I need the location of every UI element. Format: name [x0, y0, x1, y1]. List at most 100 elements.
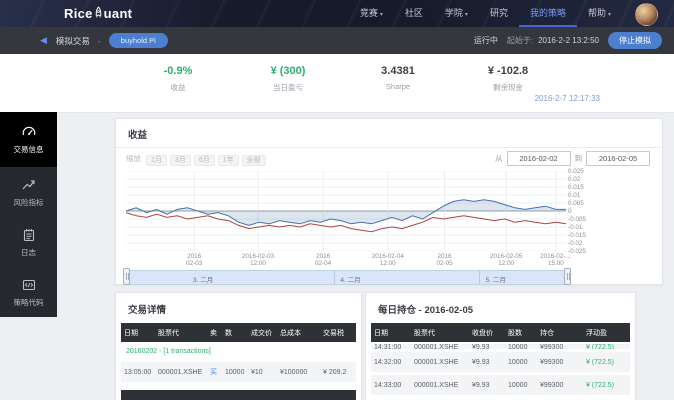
table-cell: 10000 — [222, 369, 248, 376]
y-axis-labels: 0.0250.020.0150.010.0050-0.005-0.01-0.01… — [568, 171, 606, 251]
nav-item-contest[interactable]: 竞赛▾ — [349, 0, 394, 27]
y-axis-tick: -0.015 — [568, 232, 586, 239]
gauge-icon — [21, 124, 37, 140]
transactions-header-row: 日期股票代卖数成交价总成本交易税 — [121, 323, 356, 342]
strategy-name-button[interactable]: buyhold Pi — [109, 33, 168, 48]
started-label: 起始于: — [507, 35, 533, 46]
nav-item-research[interactable]: 研究 — [479, 0, 519, 27]
x-axis-label-line2: 15:00 — [540, 260, 572, 267]
y-axis-tick: -0.02 — [568, 240, 582, 247]
column-header: 总成本 — [277, 328, 320, 338]
code-icon — [21, 277, 37, 293]
nav-item-label: 我的策略 — [530, 8, 566, 18]
nav-item-my-strategies[interactable]: 我的策略 — [519, 0, 577, 27]
stat-label: 收益 — [148, 82, 208, 93]
user-avatar[interactable] — [635, 3, 658, 26]
nav-item-label: 研究 — [490, 8, 508, 18]
column-header: 持仓 — [537, 328, 583, 338]
range-6m-button[interactable]: 6月 — [194, 155, 215, 166]
table-cell: 14:32:00 — [371, 359, 411, 366]
table-cell: ¥10 — [248, 369, 277, 376]
table-cell: ¥9.93 — [469, 382, 505, 389]
navigator-handle-left[interactable] — [123, 268, 130, 285]
transactions-title: 交易详情 — [116, 293, 361, 323]
nav-item-community[interactable]: 社区 — [394, 0, 434, 27]
rocket-icon — [94, 6, 103, 19]
range-all-button[interactable]: 全部 — [242, 155, 266, 166]
range-3m-button[interactable]: 3月 — [170, 155, 191, 166]
table-row: 13:05:00000001.XSHE买10000¥10¥100000¥ 209… — [121, 362, 356, 382]
navigator-month-label: 4. 二月 — [340, 274, 360, 284]
y-axis-tick: 0.01 — [568, 192, 580, 199]
chart-controls: 缩放 1月3月6月1年全部 从 2016-02-02 到 2016-02-05 — [126, 149, 654, 167]
y-axis-tick: 0.015 — [568, 184, 584, 191]
x-axis-label: 2016-02-…15:00 — [540, 253, 572, 267]
x-axis-label-line1: 2016 — [315, 253, 331, 260]
date-from-input[interactable]: 2016-02-02 — [507, 151, 571, 166]
table-cell: ¥9.93 — [469, 359, 505, 366]
table-cell: 14:33:00 — [371, 382, 411, 389]
page-title: 模拟交易 — [56, 35, 90, 47]
started-time: 2016-2-2 13:2:50 — [538, 36, 599, 45]
sidebar-item-logs[interactable]: 日志 — [0, 217, 57, 267]
y-axis-tick: -0.005 — [568, 216, 586, 223]
back-icon[interactable]: ◀ — [40, 35, 47, 46]
stat-daily-pnl: ¥ (300)当日盈亏 — [258, 65, 318, 93]
x-axis-label: 201602-04 — [315, 253, 331, 267]
chart-navigator[interactable]: 3. 二月4. 二月5. 二月 — [126, 270, 568, 285]
table-row: 14:31:00000001.XSHE¥9.9310000¥99300¥ (72… — [371, 344, 630, 349]
navigator-handle-right[interactable] — [564, 268, 571, 285]
nav-item-label: 学院 — [445, 8, 463, 18]
nav-item-label: 帮助 — [588, 8, 606, 18]
next-group-header-partial — [121, 390, 356, 400]
returns-chart — [126, 171, 566, 251]
date-to-input[interactable]: 2016-02-05 — [586, 151, 650, 166]
positions-title: 每日持仓 - 2016-02-05 — [366, 293, 635, 323]
x-axis-label: 2016-02-0312:00 — [242, 253, 274, 267]
stop-simulation-button[interactable]: 停止模拟 — [608, 32, 662, 49]
column-header: 卖 — [207, 328, 222, 338]
y-axis-tick: 0.005 — [568, 200, 584, 207]
sidebar-item-label: 风险指标 — [14, 197, 44, 208]
table-cell: ¥ (722.5) — [583, 382, 627, 389]
table-cell: ¥99300 — [537, 344, 583, 349]
x-axis-label-line2: 12:00 — [490, 260, 522, 267]
x-axis-label-line2: 02-03 — [186, 260, 202, 267]
main-nav: 竞赛▾社区学院▾ 研究 我的策略 帮助▾ — [349, 0, 622, 27]
x-axis-label: 2016-02-0412:00 — [372, 253, 404, 267]
divider — [116, 147, 662, 148]
table-cell: 000001.XSHE — [411, 382, 469, 389]
sidebar-item-trading-info[interactable]: 交易信息 — [0, 112, 57, 167]
x-axis-label-line1: 2016 — [186, 253, 202, 260]
y-axis-tick: 0 — [568, 208, 572, 215]
x-axis-label: 201602-03 — [186, 253, 202, 267]
range-1y-button[interactable]: 1年 — [218, 155, 239, 166]
simulation-toolbar: ◀ 模拟交易 - buyhold Pi 运行中 起始于: 2016-2-2 13… — [0, 27, 674, 54]
stat-returns: -0.9%收益 — [148, 65, 208, 93]
table-cell: 10000 — [505, 344, 537, 349]
column-header: 日期 — [121, 328, 155, 338]
ricequant-logo[interactable]: Rice uant — [64, 0, 132, 27]
range-1m-button[interactable]: 1月 — [146, 155, 167, 166]
returns-chart-card: 收益 缩放 1月3月6月1年全部 从 2016-02-02 到 2016-02-… — [115, 118, 663, 285]
nav-item-academy[interactable]: 学院▾ — [434, 0, 479, 27]
stat-label: Sharpe — [368, 82, 428, 91]
sidebar-item-label: 策略代码 — [14, 297, 44, 308]
column-header: 股票代 — [411, 328, 469, 338]
column-header: 数 — [222, 328, 248, 338]
sidebar-item-risk-metrics[interactable]: 风险指标 — [0, 167, 57, 217]
x-axis-label-line1: 2016 — [436, 253, 452, 260]
sidebar-item-strategy-code[interactable]: 策略代码 — [0, 267, 57, 317]
column-header: 收盘价 — [469, 328, 505, 338]
stats-band: -0.9%收益¥ (300)当日盈亏3.4381Sharpe¥ -102.8剩余… — [0, 54, 674, 113]
nav-item-help[interactable]: 帮助▾ — [577, 0, 622, 27]
table-cell: 10000 — [505, 382, 537, 389]
table-cell: ¥ (722.5) — [583, 344, 627, 349]
positions-card: 每日持仓 - 2016-02-05 日期股票代收盘价股数持仓浮动盈 14:31:… — [365, 292, 636, 400]
table-cell: 000001.XSHE — [411, 344, 469, 349]
column-header: 股票代 — [155, 328, 207, 338]
table-cell: 买 — [207, 367, 222, 377]
table-cell: ¥99300 — [537, 382, 583, 389]
stat-value: 3.4381 — [368, 65, 428, 77]
stat-value: ¥ (300) — [258, 65, 318, 77]
